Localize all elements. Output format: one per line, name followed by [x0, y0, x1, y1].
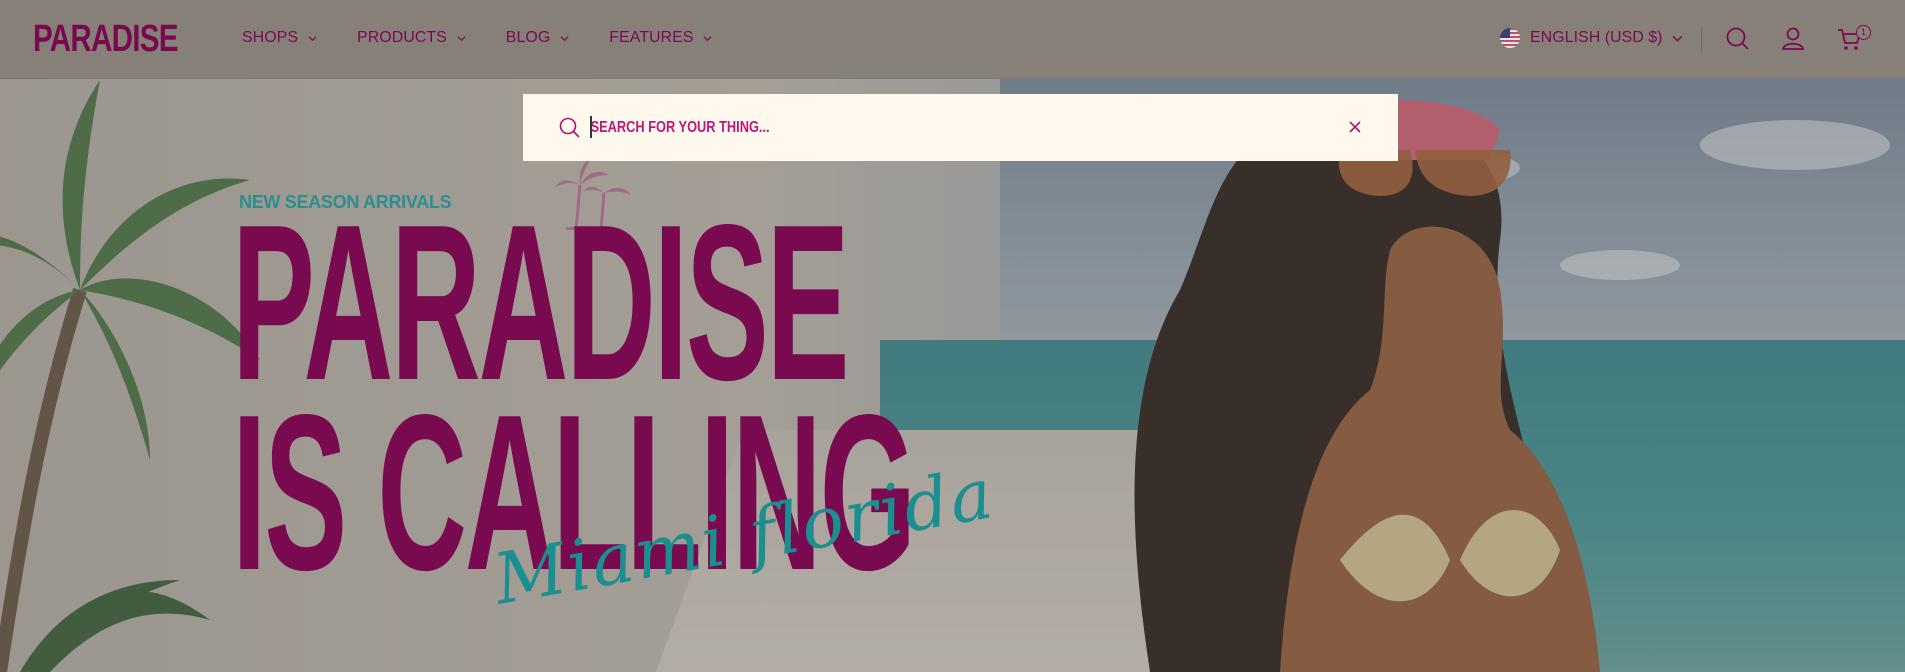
nav-products[interactable]: PRODUCTS: [357, 29, 466, 47]
chevron-down-icon: [308, 35, 317, 41]
search-input[interactable]: [589, 109, 1169, 147]
chevron-down-icon: [457, 35, 466, 41]
nav-label: BLOG: [505, 29, 551, 46]
text-cursor: [590, 116, 592, 138]
nav-shops[interactable]: SHOPS: [242, 29, 317, 47]
site-logo[interactable]: PARADISE: [33, 18, 179, 61]
main-nav: SHOPS PRODUCTS BLOG FEATURES: [242, 29, 752, 47]
nav-label: PRODUCTS: [357, 29, 447, 46]
us-flag-icon: [1500, 28, 1520, 48]
site-header: PARADISE SHOPS PRODUCTS BLOG FEATURES EN…: [0, 0, 1905, 79]
search-overlay: [523, 94, 1398, 161]
search-icon[interactable]: [1724, 25, 1752, 53]
search-icon: [559, 117, 580, 138]
language-currency-selector[interactable]: ENGLISH (USD $): [1500, 28, 1683, 48]
user-icon[interactable]: [1779, 25, 1807, 53]
cart-count-badge: 1: [1856, 25, 1871, 40]
chevron-down-icon: [703, 35, 712, 41]
language-label: ENGLISH (USD $): [1530, 29, 1663, 46]
chevron-down-icon: [560, 35, 569, 41]
chevron-down-icon: [1673, 35, 1683, 42]
header-divider: [1701, 26, 1702, 52]
nav-label: FEATURES: [609, 29, 694, 46]
nav-label: SHOPS: [242, 29, 299, 46]
nav-blog[interactable]: BLOG: [506, 29, 569, 47]
nav-features[interactable]: FEATURES: [609, 29, 712, 47]
close-icon[interactable]: [1346, 118, 1364, 136]
